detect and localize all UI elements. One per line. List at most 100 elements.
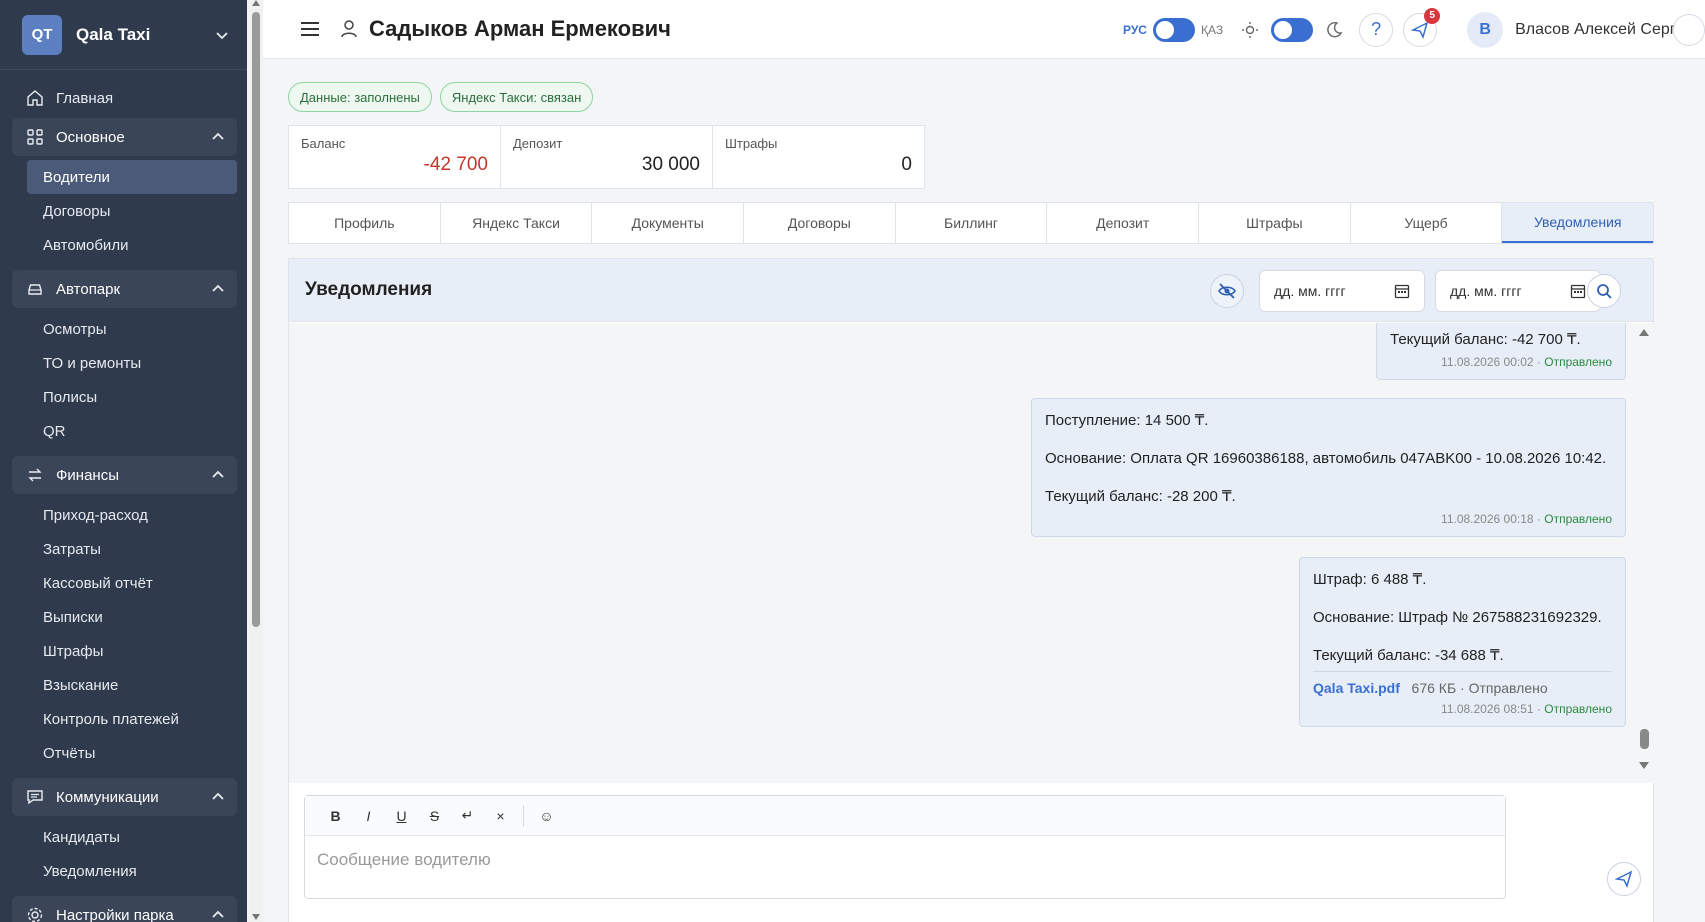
tab-deposit[interactable]: Депозит [1047, 203, 1200, 243]
sidebar-item-cash-report[interactable]: Кассовый отчёт [0, 566, 247, 600]
sun-icon [1242, 21, 1259, 38]
tab-notifications[interactable]: Уведомления [1502, 203, 1654, 243]
message-line: Основание: Оплата QR 16960386188, автомо… [1045, 450, 1607, 467]
brand[interactable]: QT Qala Taxi [0, 0, 247, 70]
sidebar-item-reports[interactable]: Отчёты [0, 736, 247, 770]
editor-toolbar: B I U S ↵ × ☺ [305, 796, 1505, 836]
sidebar-item-qr[interactable]: QR [0, 414, 247, 448]
scrollbar-thumb[interactable] [252, 12, 260, 627]
scroll-down-arrow-icon[interactable] [1639, 762, 1649, 769]
sidebar-sublist-main: Водители Договоры Автомобили [0, 156, 247, 268]
sidebar-item-candidates[interactable]: Кандидаты [0, 820, 247, 854]
chevron-down-icon[interactable] [215, 28, 229, 42]
tab-contracts[interactable]: Договоры [744, 203, 896, 243]
sidebar-group-finance[interactable]: Финансы [12, 456, 237, 494]
scroll-up-arrow-icon[interactable] [1639, 329, 1649, 336]
logout-button[interactable] [1673, 14, 1705, 46]
sidebar-group-communications[interactable]: Коммуникации [12, 778, 237, 816]
message-line: Штраф: 6 488 ₸. [1313, 571, 1427, 588]
sidebar-group-park-settings[interactable]: Настройки парка [12, 896, 237, 922]
attachment-size: 676 КБ [1411, 680, 1457, 696]
message-status: Отправлено [1544, 512, 1612, 526]
tab-profile[interactable]: Профиль [289, 203, 441, 243]
toggle-visibility-button[interactable] [1210, 274, 1244, 308]
help-icon: ? [1371, 19, 1382, 39]
scroll-down-arrow-icon[interactable] [252, 914, 260, 920]
sidebar-item-inspections[interactable]: Осмотры [0, 312, 247, 346]
stat-label: Депозит [513, 136, 563, 151]
date-from-input[interactable]: дд. мм. гггг [1259, 270, 1425, 312]
messages-list: Текущий баланс: -42 700 ₸. 11.08.2026 00… [289, 323, 1655, 783]
chevron-up-icon [212, 792, 224, 800]
sidebar-item-collection[interactable]: Взыскание [0, 668, 247, 702]
message-input[interactable]: Сообщение водителю [305, 836, 1505, 884]
sidebar-item-notifications[interactable]: Уведомления [0, 854, 247, 888]
messages-scrollbar[interactable] [1639, 329, 1649, 769]
tab-documents[interactable]: Документы [592, 203, 745, 243]
sidebar-item-cars[interactable]: Автомобили [0, 228, 247, 262]
panel-title: Уведомления [305, 279, 433, 300]
emoji-button[interactable]: ☺ [530, 803, 563, 829]
sidebar-group-fleet[interactable]: Автопарк [12, 270, 237, 308]
message-status: Отправлено [1544, 355, 1612, 369]
toolbar-divider [523, 804, 524, 827]
sidebar-item-fines[interactable]: Штрафы [0, 634, 247, 668]
grid-icon [26, 128, 44, 146]
sidebar-item-policies[interactable]: Полисы [0, 380, 247, 414]
stats-row: Баланс -42 700 Депозит 30 000 Штрафы 0 [288, 125, 925, 189]
message-attachment: Qala Taxi.pdf 676 КБ · Отправлено [1313, 671, 1612, 696]
strikethrough-button[interactable]: S [418, 803, 451, 829]
calendar-icon[interactable] [1570, 283, 1586, 299]
message-line: Основание: Штраф № 267588231692329. [1313, 609, 1602, 626]
sidebar-scrollbar[interactable] [249, 0, 263, 922]
sidebar-sublist-communications: Кандидаты Уведомления [0, 816, 247, 894]
clear-format-button[interactable]: × [484, 803, 517, 829]
stat-value: -42 700 [423, 154, 488, 175]
sidebar-item-home[interactable]: Главная [0, 80, 247, 116]
send-button[interactable] [1607, 862, 1641, 896]
sidebar-item-income-expense[interactable]: Приход-расход [0, 498, 247, 532]
notifications-button[interactable]: 5 [1403, 7, 1441, 47]
italic-button[interactable]: I [352, 803, 385, 829]
sidebar-item-payment-control[interactable]: Контроль платежей [0, 702, 247, 736]
message-composer: B I U S ↵ × ☺ Сообщение водителю [304, 795, 1506, 899]
tab-damage[interactable]: Ущерб [1351, 203, 1503, 243]
sidebar-item-maintenance[interactable]: ТО и ремонты [0, 346, 247, 380]
underline-button[interactable]: U [385, 803, 418, 829]
stat-balance: Баланс -42 700 [288, 125, 501, 189]
sidebar-item-costs[interactable]: Затраты [0, 532, 247, 566]
message-bubble: Поступление: 14 500 ₸. Основание: Оплата… [1031, 398, 1626, 537]
date-to-input[interactable]: дд. мм. гггг [1435, 270, 1601, 312]
tab-fines[interactable]: Штрафы [1199, 203, 1351, 243]
avatar[interactable]: В [1467, 11, 1504, 48]
tab-yandex-taxi[interactable]: Яндекс Такси [441, 203, 593, 243]
message-bubble: Текущий баланс: -42 700 ₸. 11.08.2026 00… [1376, 323, 1626, 380]
group-label: Финансы [56, 466, 119, 484]
attachment-link[interactable]: Qala Taxi.pdf [1313, 680, 1400, 696]
theme-toggle[interactable] [1271, 17, 1314, 42]
sidebar-group-main[interactable]: Основное [12, 118, 237, 156]
menu-icon[interactable] [299, 18, 321, 40]
search-button[interactable] [1587, 274, 1621, 308]
eye-off-icon [1218, 283, 1236, 299]
help-button[interactable]: ? [1359, 12, 1394, 47]
sidebar-sublist-fleet: Осмотры ТО и ремонты Полисы QR [0, 308, 247, 454]
calendar-icon[interactable] [1394, 283, 1410, 299]
status-badges: Данные: заполнены Яндекс Такси: связан [288, 82, 594, 112]
tab-billing[interactable]: Биллинг [896, 203, 1048, 243]
sidebar-sublist-finance: Приход-расход Затраты Кассовый отчёт Вып… [0, 494, 247, 776]
sidebar-item-statements[interactable]: Выписки [0, 600, 247, 634]
scroll-up-arrow-icon[interactable] [252, 0, 260, 6]
message-time: 11.08.2026 00:02 [1441, 355, 1534, 369]
bold-button[interactable]: B [319, 803, 352, 829]
sidebar-item-drivers[interactable]: Водители [27, 160, 237, 194]
notifications-panel: Уведомления дд. мм. гггг дд. мм. гггг Те… [288, 258, 1655, 922]
language-toggle[interactable] [1152, 17, 1195, 42]
scrollbar-thumb[interactable] [1640, 729, 1649, 749]
lang-ru-label[interactable]: РУС [1123, 23, 1147, 37]
exchange-icon [26, 466, 44, 484]
line-break-button[interactable]: ↵ [451, 803, 484, 829]
home-icon [26, 89, 44, 107]
lang-kz-label[interactable]: ҚАЗ [1201, 23, 1223, 37]
sidebar-item-contracts[interactable]: Договоры [0, 194, 247, 228]
